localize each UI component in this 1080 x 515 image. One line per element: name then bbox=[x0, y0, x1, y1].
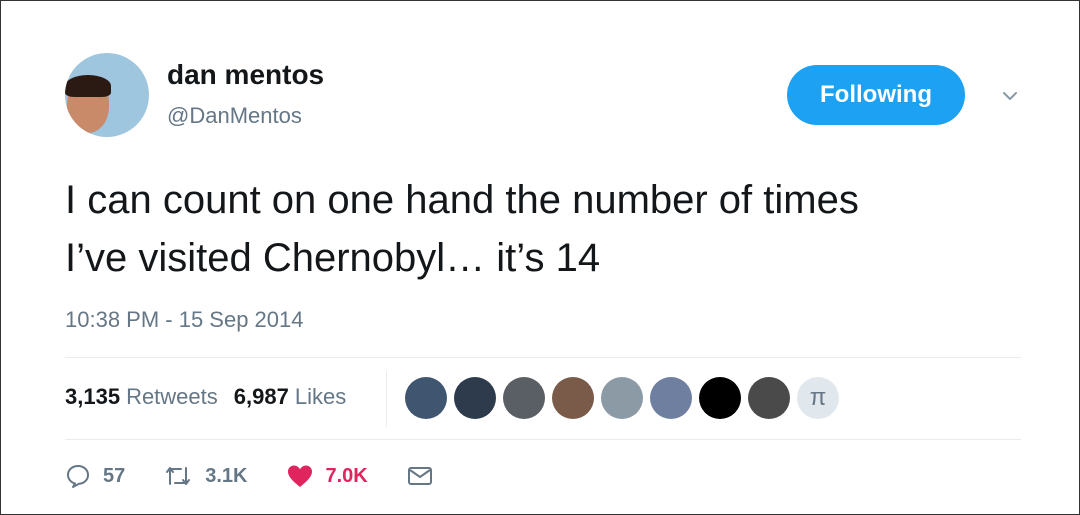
display-name[interactable]: dan mentos bbox=[167, 59, 324, 91]
avatar-hair bbox=[65, 75, 111, 97]
stats-separator bbox=[386, 371, 387, 427]
envelope-icon bbox=[407, 467, 432, 485]
retweets-label[interactable]: Retweets bbox=[126, 384, 218, 410]
reply-icon bbox=[67, 465, 89, 488]
chevron-down-icon[interactable] bbox=[1001, 87, 1019, 105]
liker-avatar-pi[interactable]: π bbox=[797, 377, 839, 419]
likes-count[interactable]: 6,987 bbox=[234, 384, 289, 410]
liker-avatar[interactable] bbox=[503, 377, 545, 419]
direct-message-button[interactable] bbox=[406, 464, 434, 488]
like-count: 7.0K bbox=[325, 464, 368, 487]
reply-count: 57 bbox=[103, 464, 126, 487]
liker-avatar[interactable] bbox=[748, 377, 790, 419]
avatar[interactable] bbox=[65, 53, 149, 137]
divider-bottom bbox=[65, 439, 1021, 440]
retweet-icon bbox=[166, 467, 191, 485]
tweet-stats: 3,135 Retweets 6,987 Likes bbox=[65, 384, 362, 410]
liker-avatar[interactable] bbox=[601, 377, 643, 419]
tweet-actions: 57 3.1K 7.0K bbox=[65, 463, 472, 489]
retweet-count: 3.1K bbox=[205, 464, 248, 487]
retweet-button[interactable]: 3.1K bbox=[163, 463, 248, 489]
user-handle[interactable]: @DanMentos bbox=[167, 103, 302, 129]
tweet-timestamp[interactable]: 10:38 PM - 15 Sep 2014 bbox=[65, 307, 304, 333]
liker-avatar[interactable] bbox=[650, 377, 692, 419]
divider-top bbox=[65, 357, 1021, 358]
tweet-text: I can count on one hand the number of ti… bbox=[65, 178, 859, 280]
reply-button[interactable]: 57 bbox=[65, 463, 125, 489]
tweet-card: dan mentos @DanMentos Following I can co… bbox=[0, 0, 1080, 515]
heart-icon bbox=[287, 465, 312, 487]
retweets-count[interactable]: 3,135 bbox=[65, 384, 120, 410]
liker-avatar[interactable] bbox=[405, 377, 447, 419]
like-button[interactable]: 7.0K bbox=[286, 463, 368, 489]
likes-label[interactable]: Likes bbox=[295, 384, 346, 410]
liker-avatar[interactable] bbox=[552, 377, 594, 419]
following-button[interactable]: Following bbox=[787, 65, 965, 125]
liker-avatar[interactable] bbox=[699, 377, 741, 419]
liker-avatars: π bbox=[405, 377, 839, 419]
liker-avatar[interactable] bbox=[454, 377, 496, 419]
